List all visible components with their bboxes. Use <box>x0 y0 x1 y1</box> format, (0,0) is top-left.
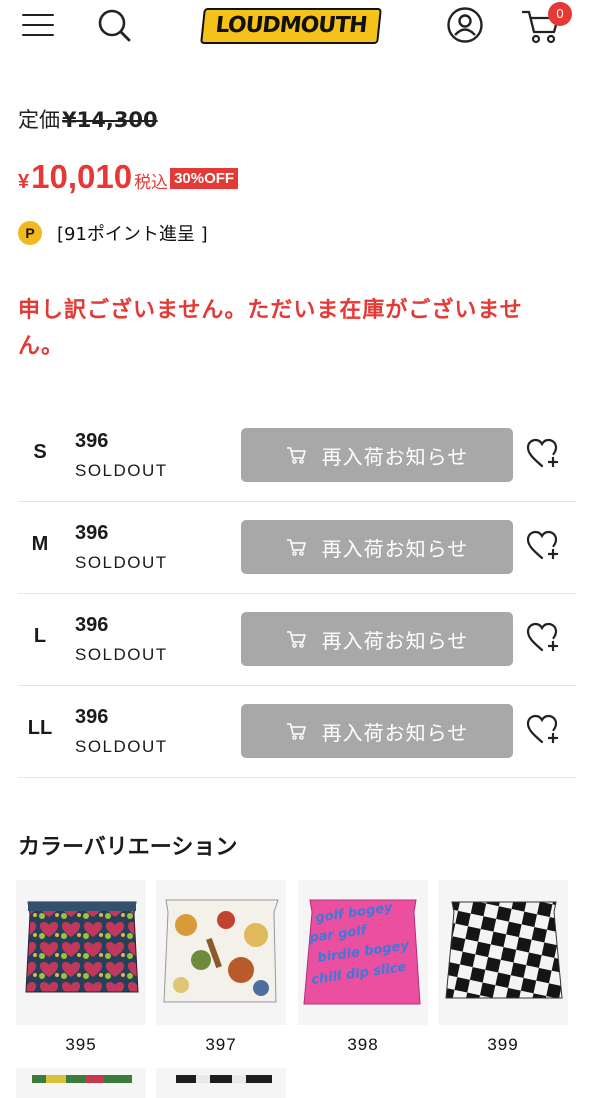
favorite-add-icon[interactable] <box>526 530 560 562</box>
sale-amount: 10,010 <box>31 158 133 195</box>
points-icon: P <box>18 221 42 245</box>
cart-icon <box>286 539 306 556</box>
size-row: S 396 SOLDOUT 再入荷お知らせ <box>18 410 576 502</box>
favorite-add-icon[interactable] <box>526 622 560 654</box>
size-row: M 396 SOLDOUT 再入荷お知らせ <box>18 502 576 594</box>
size-label: L <box>33 625 47 647</box>
restock-button-label: 再入荷お知らせ <box>321 628 469 653</box>
list-price: 定価¥14,300 <box>18 104 158 134</box>
cart-icon <box>286 723 306 740</box>
points-row: P [91ポイント進呈 ] <box>18 219 208 247</box>
color-code: 396 <box>75 430 109 452</box>
favorite-add-icon[interactable] <box>526 438 560 470</box>
stock-status: SOLDOUT <box>75 645 168 664</box>
color-swatch-397[interactable] <box>156 880 286 1025</box>
restock-notify-button[interactable]: 再入荷お知らせ <box>241 704 513 758</box>
color-swatch-399[interactable] <box>438 880 568 1025</box>
swatch-code: 395 <box>65 1035 97 1054</box>
brand-logo[interactable]: LOUDMOUTH <box>198 6 382 44</box>
discount-badge: 30%OFF <box>170 168 239 189</box>
search-icon[interactable] <box>96 7 132 43</box>
logo-text: LOUDMOUTH <box>200 8 382 44</box>
sale-price: ¥10,010 <box>18 158 132 195</box>
out-of-stock-message: 申し訳ございません。ただいま在庫がございません。 <box>18 298 523 359</box>
restock-notify-button[interactable]: 再入荷お知らせ <box>241 612 513 666</box>
color-swatch-partial[interactable] <box>156 1068 286 1098</box>
cart-icon <box>286 447 306 464</box>
points-text: [91ポイント進呈 ] <box>57 224 208 245</box>
color-swatch-partial[interactable] <box>16 1068 146 1098</box>
site-header: LOUDMOUTH 0 <box>0 0 592 60</box>
size-row: LL 396 SOLDOUT 再入荷お知らせ <box>18 686 576 778</box>
size-row: L 396 SOLDOUT 再入荷お知らせ <box>18 594 576 686</box>
size-label: LL <box>27 717 53 739</box>
favorite-add-icon[interactable] <box>526 714 560 746</box>
color-code: 396 <box>75 614 109 636</box>
color-swatch-398[interactable]: golf bogey par golf birdie bogey chill d… <box>298 880 428 1025</box>
restock-button-label: 再入荷お知らせ <box>321 720 469 745</box>
color-swatch-395[interactable] <box>16 880 146 1025</box>
swatch-code: 399 <box>487 1035 519 1054</box>
stock-status: SOLDOUT <box>75 737 168 756</box>
size-stock-table: S 396 SOLDOUT 再入荷お知らせ M 396 SOLDOUT 再入荷お… <box>18 410 576 778</box>
restock-notify-button[interactable]: 再入荷お知らせ <box>241 428 513 482</box>
size-label: S <box>33 441 47 463</box>
swatch-code: 397 <box>205 1035 237 1054</box>
sale-price-row: ¥10,010 税込 30%OFF <box>18 158 239 202</box>
color-code: 396 <box>75 522 109 544</box>
account-icon[interactable] <box>446 6 484 44</box>
sale-currency: ¥ <box>18 171 30 193</box>
restock-button-label: 再入荷お知らせ <box>321 536 469 561</box>
size-label: M <box>31 533 49 555</box>
swatch-code: 398 <box>347 1035 379 1054</box>
cart-count-badge: 0 <box>548 2 572 26</box>
restock-notify-button[interactable]: 再入荷お知らせ <box>241 520 513 574</box>
list-price-amount: ¥14,300 <box>62 108 158 132</box>
menu-icon[interactable] <box>22 12 54 38</box>
restock-button-label: 再入荷お知らせ <box>321 444 469 469</box>
color-variation-title: カラーバリエーション <box>18 835 238 860</box>
list-price-label: 定価 <box>18 108 60 132</box>
cart-icon <box>286 631 306 648</box>
stock-status: SOLDOUT <box>75 553 168 572</box>
tax-label: 税込 <box>134 173 169 193</box>
color-code: 396 <box>75 706 109 728</box>
stock-status: SOLDOUT <box>75 461 168 480</box>
